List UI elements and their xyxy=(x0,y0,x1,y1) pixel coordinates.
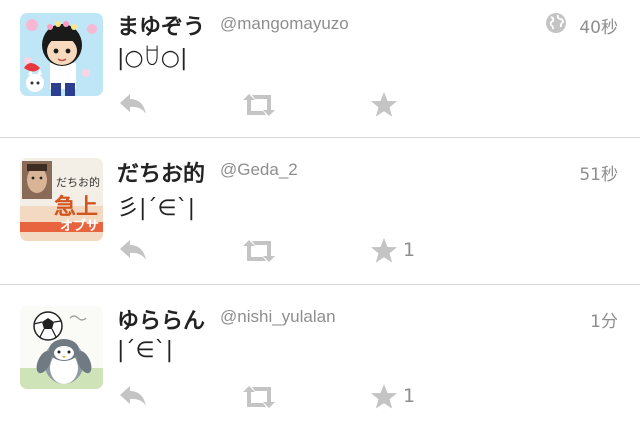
tweet-item[interactable]: まゆぞう @mangomayuzo 40秒 |○ꇴ○| xyxy=(0,0,640,137)
timeline: まゆぞう @mangomayuzo 40秒 |○ꇴ○| だちお的 急上 オブサ … xyxy=(0,0,640,424)
favorite-button[interactable] xyxy=(369,90,429,120)
star-icon xyxy=(371,384,397,409)
favorite-count: 1 xyxy=(403,385,416,407)
tweet-text: |ˊ∈ˋ| xyxy=(117,338,173,363)
star-icon xyxy=(371,238,397,263)
retweet-icon[interactable] xyxy=(239,90,279,120)
user-handle[interactable]: @nishi_yulalan xyxy=(220,307,336,327)
retweet-icon[interactable] xyxy=(239,382,279,412)
avatar-image xyxy=(20,306,103,389)
star-icon xyxy=(371,92,397,117)
avatar[interactable] xyxy=(20,306,103,389)
tweet-actions: 1 xyxy=(117,382,447,412)
display-name[interactable]: まゆぞう xyxy=(117,9,205,41)
tweet-text: 彡|ˊ∈ˋ| xyxy=(117,196,195,221)
avatar[interactable] xyxy=(20,13,103,96)
reply-icon[interactable] xyxy=(117,90,149,120)
retweet-icon[interactable] xyxy=(239,236,279,266)
tweet-actions: 1 xyxy=(117,236,447,266)
avatar-image xyxy=(20,13,103,96)
tweet-item[interactable]: だちお的 急上 オブサ だちお的 @Geda_2 51秒 彡|ˊ∈ˋ| 1 xyxy=(0,138,640,284)
timestamp: 40秒 xyxy=(579,18,618,38)
user-handle[interactable]: @mangomayuzo xyxy=(220,14,349,34)
avatar[interactable]: だちお的 急上 オブサ xyxy=(20,158,103,241)
timestamp: 51秒 xyxy=(579,165,618,185)
timestamp: 1分 xyxy=(590,312,618,332)
favorite-count: 1 xyxy=(403,239,416,261)
globe-icon xyxy=(546,13,566,33)
favorite-button[interactable]: 1 xyxy=(369,382,429,412)
display-name[interactable]: だちお的 xyxy=(117,156,205,188)
display-name[interactable]: ゆららん xyxy=(117,303,205,335)
tweet-actions xyxy=(117,90,447,120)
reply-icon[interactable] xyxy=(117,382,149,412)
avatar-caption: 急上 xyxy=(54,194,98,220)
tweet-text: |○ꇴ○| xyxy=(117,46,188,71)
reply-icon[interactable] xyxy=(117,236,149,266)
user-handle[interactable]: @Geda_2 xyxy=(220,160,298,180)
avatar-caption: オブサ xyxy=(60,218,99,234)
tweet-item[interactable]: ゆららん @nishi_yulalan 1分 |ˊ∈ˋ| 1 xyxy=(0,285,640,424)
favorite-button[interactable]: 1 xyxy=(369,236,429,266)
avatar-caption: だちお的 xyxy=(56,175,100,189)
avatar-image: だちお的 急上 オブサ xyxy=(20,158,103,241)
